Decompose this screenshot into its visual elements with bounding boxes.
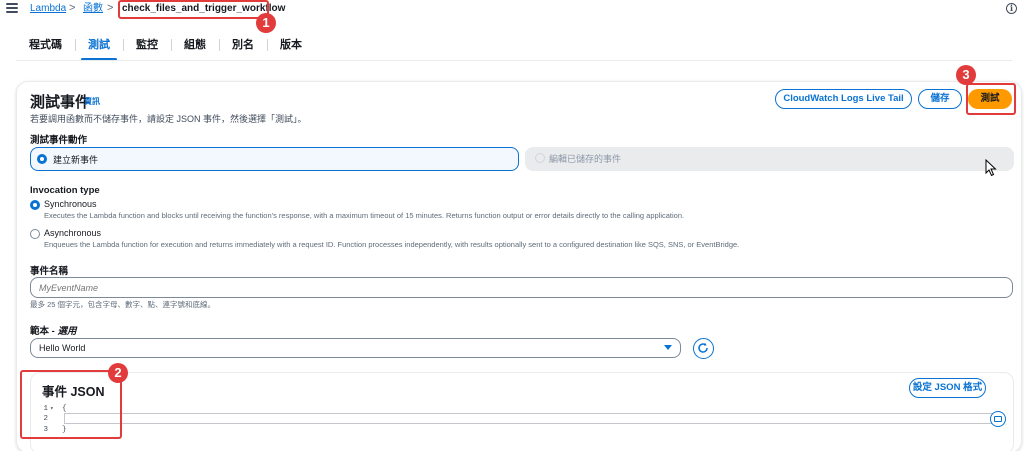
invocation-type-label: Invocation type <box>30 185 100 196</box>
tab-configuration[interactable]: 組態 <box>171 30 219 60</box>
asynchronous-radio[interactable] <box>30 229 40 239</box>
cloudwatch-live-tail-button[interactable]: CloudWatch Logs Live Tail <box>775 89 912 109</box>
save-button[interactable]: 儲存 <box>918 89 962 109</box>
info-icon[interactable]: i <box>1006 3 1017 14</box>
create-new-event-tile[interactable]: 建立新事件 <box>30 147 519 171</box>
tab-code[interactable]: 程式碼 <box>16 30 75 60</box>
synchronous-title: Synchronous <box>44 199 97 209</box>
template-label: 範本 - 選用 <box>30 323 76 337</box>
template-selected-value: Hello World <box>39 343 86 353</box>
template-optional: 選用 <box>57 326 77 337</box>
active-line-highlight <box>64 413 994 424</box>
breadcrumb-lambda[interactable]: Lambda <box>30 2 66 15</box>
panel-title: 測試事件 <box>30 94 91 111</box>
caret-down-icon <box>664 345 672 350</box>
breadcrumb-separator: > <box>69 2 76 14</box>
template-label-text: 範本 <box>30 326 50 337</box>
menu-icon[interactable] <box>6 3 18 13</box>
edit-saved-event-radio <box>535 153 545 163</box>
event-json-panel <box>30 372 1014 451</box>
annotation-box-3 <box>966 83 1016 115</box>
annotation-badge-3: 3 <box>956 65 976 85</box>
create-new-event-radio[interactable] <box>37 154 47 164</box>
refresh-icon[interactable] <box>693 338 714 359</box>
synchronous-description: Executes the Lambda function and blocks … <box>44 211 685 220</box>
tab-test[interactable]: 測試 <box>75 30 123 61</box>
template-select[interactable]: Hello World <box>30 338 681 358</box>
annotation-box-1 <box>118 0 269 19</box>
info-link[interactable]: 資訊 <box>84 96 100 107</box>
tab-monitor[interactable]: 監控 <box>123 30 171 60</box>
annotation-box-2 <box>20 370 122 439</box>
function-tabs: 程式碼 測試 監控 組態 別名 版本 <box>16 30 315 61</box>
annotation-badge-2: 2 <box>108 363 128 383</box>
tabs-divider <box>16 60 1012 61</box>
create-new-event-label: 建立新事件 <box>53 155 99 165</box>
edit-saved-event-tile: 編輯已儲存的事件 <box>525 147 1014 171</box>
event-name-hint: 最多 25 個字元，包含字母、數字、點、連字號和底線。 <box>30 300 216 309</box>
breadcrumb-functions[interactable]: 函數 <box>83 2 103 15</box>
synchronous-radio[interactable] <box>30 200 40 210</box>
panel-description: 若要調用函數而不儲存事件，請設定 JSON 事件，然後選擇「測試」。 <box>30 114 307 124</box>
asynchronous-title: Asynchronous <box>44 228 102 238</box>
mouse-pointer-icon <box>985 159 997 177</box>
keyboard-icon[interactable] <box>990 411 1006 427</box>
asynchronous-description: Enqueues the Lambda function for executi… <box>44 240 740 249</box>
edit-saved-event-label: 編輯已儲存的事件 <box>549 154 622 164</box>
breadcrumb-separator: > <box>107 2 114 14</box>
event-name-input[interactable] <box>30 277 1013 298</box>
tab-aliases[interactable]: 別名 <box>219 30 267 60</box>
event-name-label: 事件名稱 <box>30 266 69 277</box>
tab-versions[interactable]: 版本 <box>267 30 315 60</box>
annotation-badge-1: 1 <box>256 13 276 33</box>
event-action-label: 測試事件動作 <box>30 135 88 146</box>
format-json-button[interactable]: 設定 JSON 格式 <box>909 378 986 398</box>
